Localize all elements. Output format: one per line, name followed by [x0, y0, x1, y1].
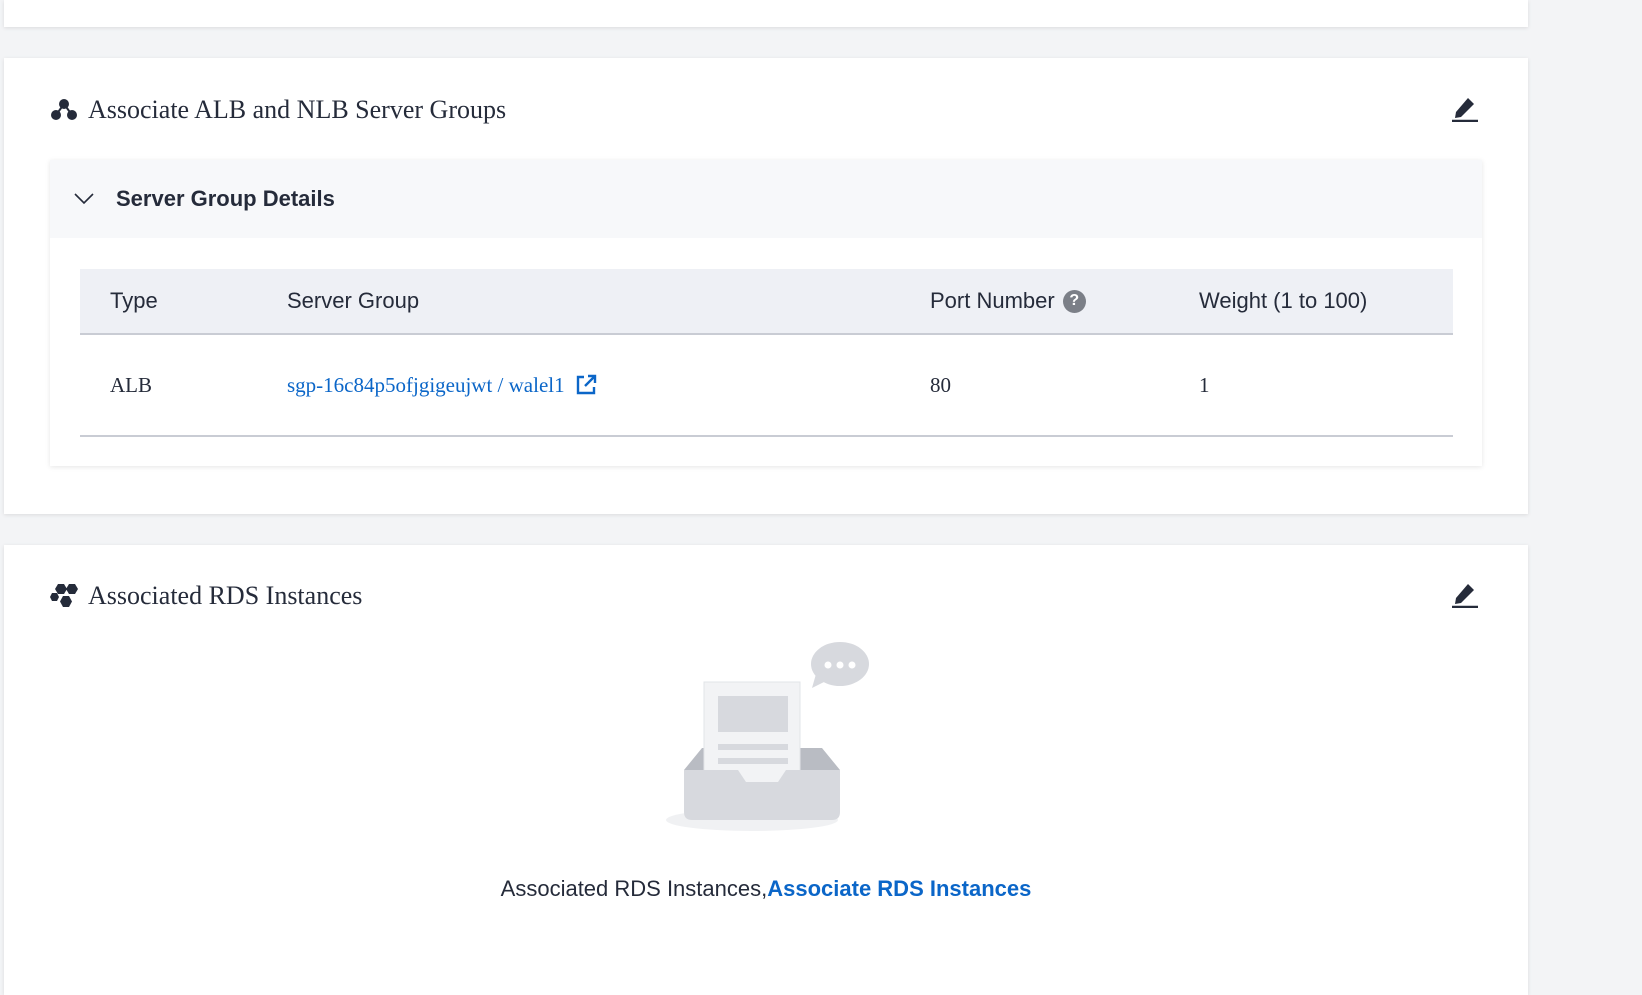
panel-title: Server Group Details: [116, 186, 335, 211]
edit-rds-instances-button[interactable]: [1448, 579, 1482, 613]
alb-nlb-section-header: Associate ALB and NLB Server Groups: [50, 90, 1482, 130]
port-number-label: Port Number: [930, 288, 1055, 313]
empty-state: Associated RDS Instances,Associate RDS I…: [4, 640, 1528, 902]
section-title: Associated RDS Instances: [88, 581, 363, 610]
server-group-details-toggle[interactable]: Server Group Details: [50, 160, 1482, 238]
server-group-link[interactable]: sgp-16c84p5ofjgigeujwt / walel1: [287, 373, 597, 398]
chevron-down-icon: [74, 189, 94, 209]
server-group-details-panel: Server Group Details Type Server Group P…: [50, 160, 1482, 466]
cell-server-group: sgp-16c84p5ofjgigeujwt / walel1: [257, 373, 930, 398]
empty-state-text: Associated RDS Instances,: [500, 876, 768, 901]
server-group-nodes-icon: [50, 95, 80, 125]
question-circle-icon[interactable]: ?: [1062, 289, 1086, 313]
alb-nlb-section-card: Associate ALB and NLB Server Groups Serv…: [4, 58, 1528, 514]
server-group-link-text: sgp-16c84p5ofjgigeujwt / walel1: [287, 372, 565, 397]
cell-weight: 1: [1199, 372, 1210, 397]
rds-section-header: Associated RDS Instances: [50, 576, 1482, 616]
rds-cluster-icon: [50, 581, 80, 611]
col-header-weight: Weight (1 to 100): [1199, 288, 1368, 313]
previous-section-card: [4, 0, 1528, 27]
empty-inbox-illustration: [656, 640, 876, 840]
empty-state-message: Associated RDS Instances,Associate RDS I…: [4, 876, 1528, 902]
pencil-edit-icon: [1451, 580, 1479, 613]
external-link-icon: [575, 374, 597, 396]
cell-port: 80: [930, 372, 951, 397]
table-header: Type Server Group Port Number ? Weight (…: [80, 269, 1453, 335]
cell-type: ALB: [110, 372, 152, 397]
associate-rds-instances-link[interactable]: Associate RDS Instances: [767, 876, 1031, 901]
edit-server-groups-button[interactable]: [1448, 93, 1482, 127]
col-header-server-group: Server Group: [287, 288, 420, 313]
server-group-table: Type Server Group Port Number ? Weight (…: [80, 269, 1453, 437]
pencil-edit-icon: [1451, 94, 1479, 127]
table-row: ALB sgp-16c84p5ofjgigeujwt / walel1 80 1: [80, 335, 1453, 437]
col-header-port-number: Port Number ?: [930, 288, 1199, 314]
col-header-type: Type: [110, 288, 158, 313]
rds-section-card: Associated RDS Instances Associated RDS …: [4, 545, 1528, 995]
section-title: Associate ALB and NLB Server Groups: [88, 95, 507, 124]
